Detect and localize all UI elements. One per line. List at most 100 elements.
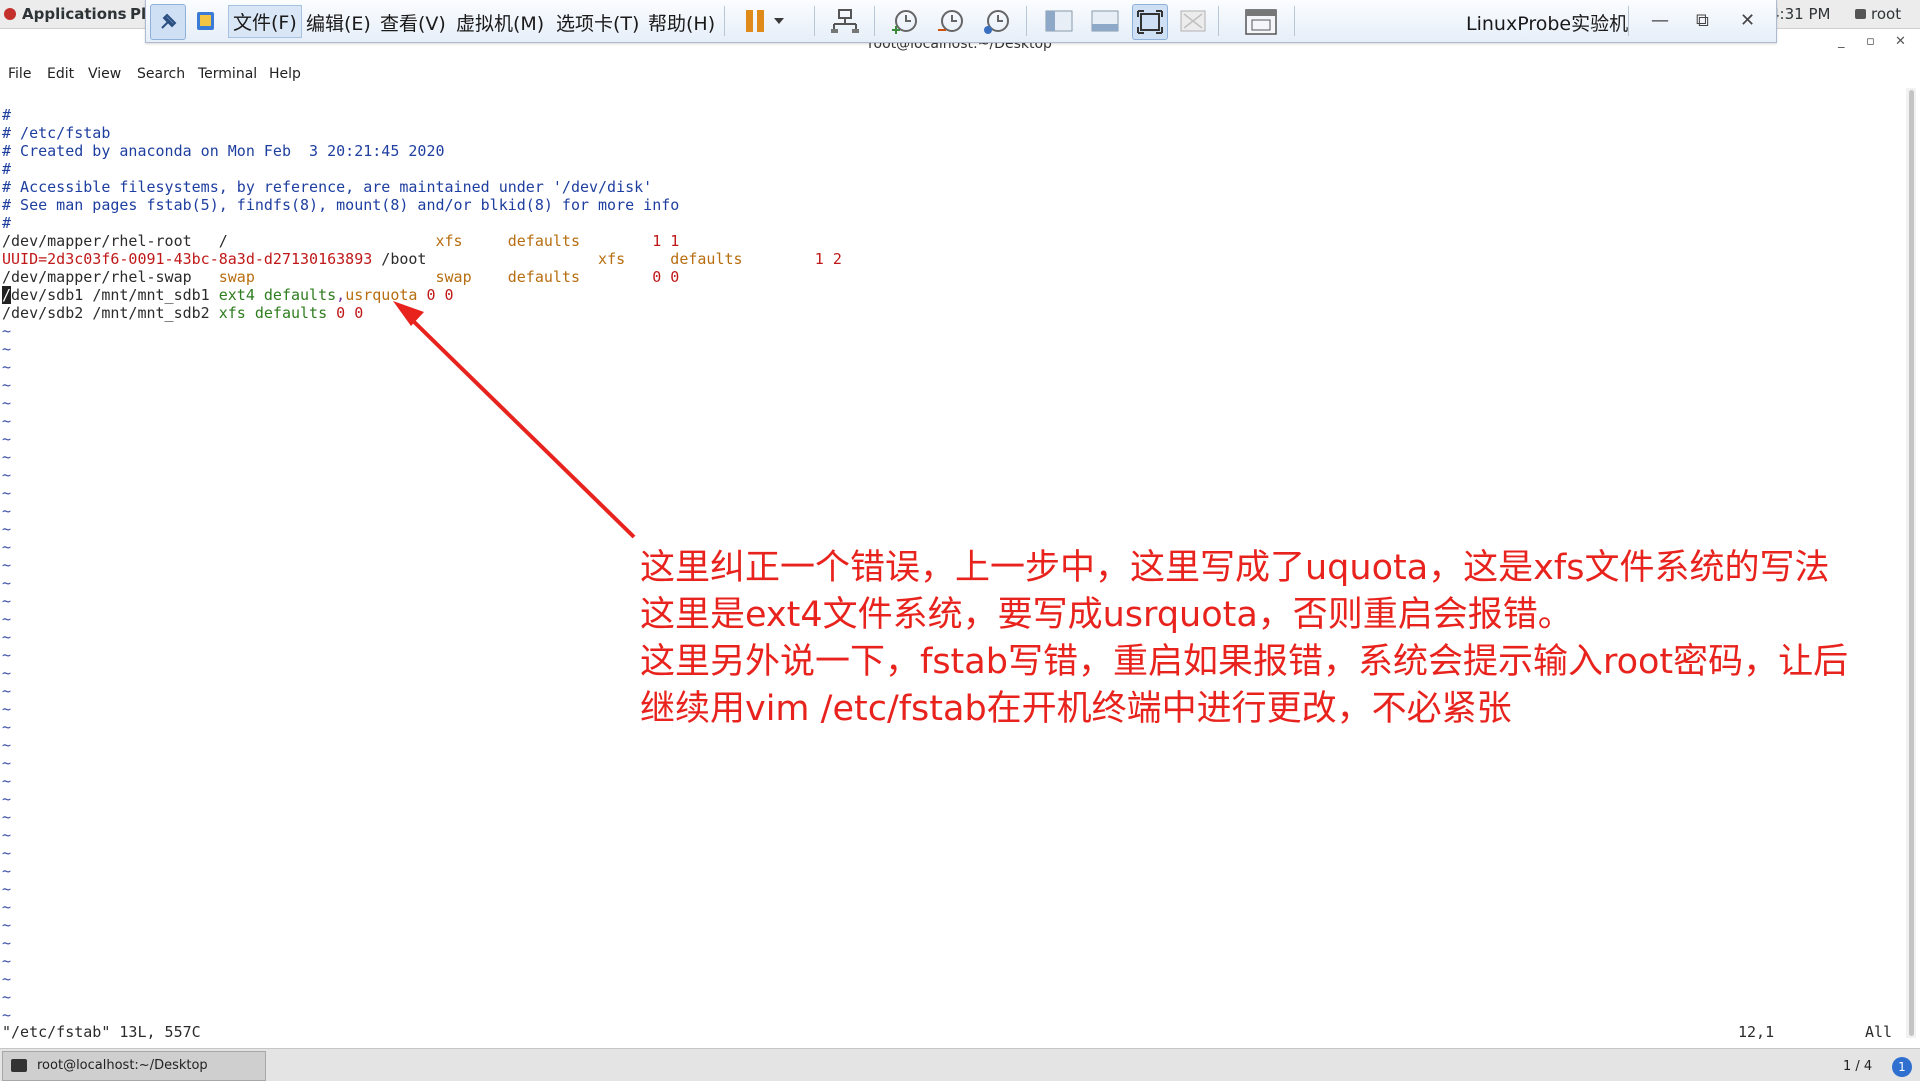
vim-tilde-line: ~ — [2, 844, 12, 862]
fullscreen-button[interactable] — [1132, 4, 1168, 40]
vim-tilde-line: ~ — [2, 808, 12, 826]
menu-vm[interactable]: 虚拟机(M) — [456, 9, 544, 36]
vim-line: # Accessible filesystems, by reference, … — [2, 178, 653, 196]
menu-file[interactable]: 文件(F) — [228, 5, 302, 38]
vim-status-message: "/etc/fstab" 13L, 557C — [2, 1023, 201, 1041]
show-library-button[interactable] — [1044, 8, 1074, 38]
fstab-device: dev/sdb1 — [11, 286, 84, 304]
fstab-type: ext4 — [218, 286, 255, 304]
fstab-entry-root: /dev/mapper/rhel-root / xfs defaults 1 1 — [2, 232, 842, 250]
vm-minimize-icon[interactable]: — — [1651, 10, 1669, 31]
pin-toolbar-button[interactable] — [150, 4, 186, 40]
revert-clock-icon — [938, 10, 963, 32]
vim-line: # — [2, 160, 12, 178]
fstab-type: xfs — [435, 232, 463, 250]
console-view-icon — [1245, 9, 1277, 35]
vim-tilde-line: ~ — [2, 970, 12, 988]
terminal-menu-file[interactable]: File — [8, 66, 31, 82]
terminal-menu-view[interactable]: View — [88, 66, 121, 82]
vim-tilde-line: ~ — [2, 430, 12, 448]
terminal-menu-search[interactable]: Search — [137, 66, 185, 82]
vim-tilde-line: ~ — [2, 394, 12, 412]
network-icon — [831, 9, 859, 33]
vm-library-button[interactable] — [188, 4, 222, 38]
fstab-entry-sdb1: /dev/sdb1 /mnt/mnt_sdb1 ext4 defaults,us… — [2, 286, 842, 304]
show-thumbnails-button[interactable] — [1090, 8, 1120, 38]
vm-close-icon[interactable]: ✕ — [1740, 10, 1755, 31]
toolbar-separator — [1026, 6, 1027, 36]
terminal-menu-bar: File Edit View Search Terminal Help — [0, 64, 1920, 86]
menu-edit[interactable]: 编辑(E) — [306, 9, 371, 36]
terminal-maximize-icon[interactable]: ▫ — [1866, 34, 1875, 49]
fstab-device: /dev/sdb2 — [2, 304, 84, 322]
toolbar-separator — [1218, 6, 1219, 36]
toolbar-separator — [1294, 6, 1295, 36]
vmware-toolbar: 文件(F) 编辑(E) 查看(V) 虚拟机(M) 选项卡(T) 帮助(H) Li… — [145, 0, 1777, 43]
annotation-line: 这里另外说一下，fstab写错，重启如果报错，系统会提示输入root密码，让后 — [640, 642, 1849, 682]
pause-icon — [746, 10, 784, 32]
pause-button[interactable] — [744, 8, 790, 38]
terminal-menu-edit[interactable]: Edit — [47, 66, 74, 82]
vim-tilde-line: ~ — [2, 772, 12, 790]
annotation-line: 这里纠正一个错误，上一步中，这里写成了uquota，这是xfs文件系统的写法 — [640, 548, 1830, 588]
applications-menu[interactable]: Applications — [4, 5, 127, 23]
fstab-options: defaults — [507, 232, 580, 250]
fstab-device: UUID=2d3c03f6-0091-43bc-8a3d-d2713016389… — [2, 250, 373, 268]
vim-line: # See man pages fstab(5), findfs(8), mou… — [2, 196, 680, 214]
vim-tilde-line: ~ — [2, 916, 12, 934]
vim-line: # — [2, 214, 12, 232]
send-ctrl-alt-del-button[interactable] — [830, 8, 860, 38]
vim-tilde-line: ~ — [2, 520, 12, 538]
terminal-scrollbar-thumb[interactable] — [1909, 90, 1914, 1036]
fullscreen-icon — [1137, 10, 1163, 34]
menu-tabs[interactable]: 选项卡(T) — [556, 9, 639, 36]
terminal-menu-help[interactable]: Help — [269, 66, 301, 82]
pin-icon — [161, 13, 177, 29]
terminal-minimize-icon[interactable]: _ — [1838, 34, 1845, 49]
vim-line: # — [2, 106, 12, 124]
fstab-mount: /mnt/mnt_sdb2 — [92, 304, 210, 322]
fstab-dump: 1 2 — [814, 250, 842, 268]
fstab-options: defaults — [254, 304, 328, 322]
workspace-pager[interactable]: 1 / 4 — [1843, 1059, 1872, 1074]
toolbar-separator — [724, 6, 725, 36]
menu-help[interactable]: 帮助(H) — [648, 9, 715, 36]
places-menu[interactable]: Pl — [130, 5, 146, 23]
vm-restore-icon[interactable]: ⧉ — [1696, 10, 1709, 31]
taskbar-terminal-item[interactable]: root@localhost:~/Desktop — [2, 1051, 266, 1081]
snapshot-manager-button[interactable] — [982, 8, 1012, 40]
clock[interactable]: 4:31 PM — [1770, 5, 1830, 23]
toolbar-separator — [814, 6, 815, 36]
vim-tilde-line: ~ — [2, 358, 12, 376]
fstab-mount: /boot — [381, 250, 427, 268]
terminal-close-icon[interactable]: ✕ — [1895, 34, 1906, 49]
menu-view[interactable]: 查看(V) — [380, 9, 446, 36]
revert-snapshot-button[interactable] — [936, 8, 966, 40]
fstab-mount: / — [218, 232, 228, 250]
fstab-dump: 0 0 — [652, 268, 680, 286]
vim-tilde-line: ~ — [2, 880, 12, 898]
vim-tilde-line: ~ — [2, 898, 12, 916]
vim-tilde-line: ~ — [2, 754, 12, 772]
vim-tilde-line: ~ — [2, 376, 12, 394]
sidebar-layout-icon — [1045, 10, 1073, 32]
terminal-menu-terminal[interactable]: Terminal — [198, 66, 257, 82]
user-menu[interactable]: root — [1855, 5, 1901, 23]
vim-tilde-line: ~ — [2, 736, 12, 754]
vim-tilde-line: ~ — [2, 466, 12, 484]
vim-tilde-line: ~ — [2, 934, 12, 952]
vm-library-icon — [197, 12, 214, 30]
console-view-button[interactable] — [1244, 8, 1278, 40]
toolbar-separator — [874, 6, 875, 36]
snapshot-manager-icon — [984, 10, 1009, 34]
snapshot-button[interactable] — [890, 8, 920, 40]
annotation-text: 这里纠正一个错误，上一步中，这里写成了uquota，这是xfs文件系统的写法 这… — [640, 545, 1848, 733]
vim-tilde-line: ~ — [2, 340, 12, 358]
vim-tilde-line: ~ — [2, 826, 12, 844]
fstab-options-separator: , — [336, 286, 346, 304]
taskbar-item-label: root@localhost:~/Desktop — [37, 1058, 208, 1073]
fstab-dump: 0 0 — [336, 304, 364, 322]
unity-button[interactable] — [1178, 8, 1208, 38]
notification-icon[interactable]: 1 — [1892, 1057, 1912, 1077]
annotation-line: 这里是ext4文件系统，要写成usrquota，否则重启会报错。 — [640, 595, 1573, 635]
